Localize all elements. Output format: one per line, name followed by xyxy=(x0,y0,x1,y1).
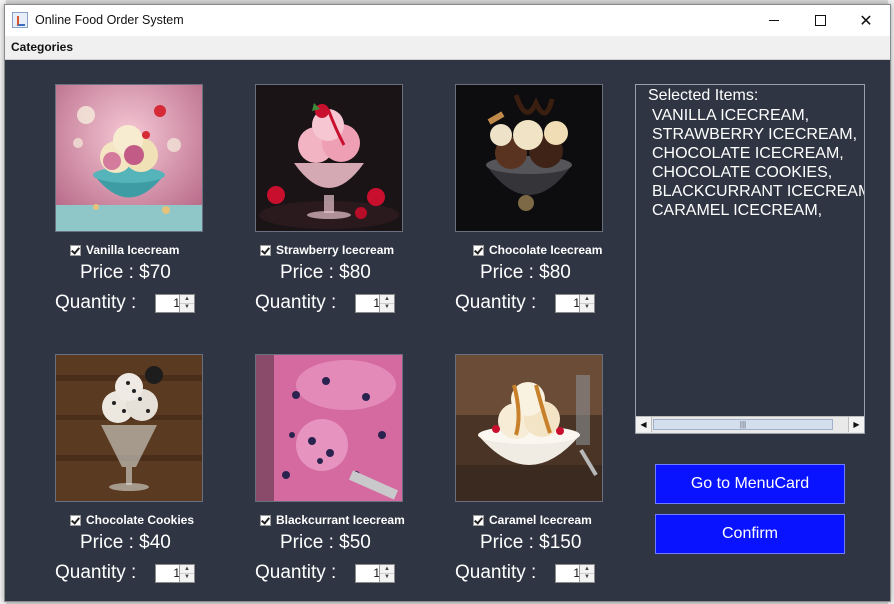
product-name: Caramel Icecream xyxy=(489,513,592,527)
quantity-stepper[interactable]: 1 ▲ ▼ xyxy=(555,564,595,583)
stepper-down-icon[interactable]: ▼ xyxy=(580,573,594,581)
product-price: Price : $70 xyxy=(80,262,171,283)
product-price: Price : $50 xyxy=(280,532,371,553)
chocolate-cookies-photo xyxy=(55,354,203,502)
quantity-value[interactable]: 1 xyxy=(556,295,580,312)
quantity-value[interactable]: 1 xyxy=(156,295,180,312)
product-name: Chocolate Icecream xyxy=(489,243,603,257)
selected-item: CHOCOLATE COOKIES, xyxy=(652,164,833,181)
quantity-stepper[interactable]: 1 ▲ ▼ xyxy=(555,294,595,313)
blackcurrant-icecream-photo xyxy=(255,354,403,502)
stepper-buttons: ▲ ▼ xyxy=(179,295,194,312)
stepper-down-icon[interactable]: ▼ xyxy=(380,573,394,581)
selected-item: VANILLA ICECREAM, xyxy=(652,107,810,124)
stepper-down-icon[interactable]: ▼ xyxy=(180,573,194,581)
product-price: Price : $80 xyxy=(480,262,571,283)
close-button[interactable]: ✕ xyxy=(843,5,889,36)
quantity-label: Quantity : xyxy=(55,562,137,583)
selected-items-panel[interactable]: Selected Items: VANILLA ICECREAM, STRAWB… xyxy=(635,84,865,434)
stepper-down-icon[interactable]: ▼ xyxy=(580,303,594,311)
confirm-button[interactable]: Confirm xyxy=(655,514,845,554)
chocolate-icecream-photo xyxy=(455,84,603,232)
product-name: Chocolate Cookies xyxy=(86,513,195,527)
horizontal-scrollbar[interactable]: ◀ ||| ▶ xyxy=(636,416,864,433)
stepper-buttons: ▲ ▼ xyxy=(379,295,394,312)
quantity-label: Quantity : xyxy=(455,292,537,313)
title-bar: Online Food Order System ✕ xyxy=(5,5,890,36)
quantity-value[interactable]: 1 xyxy=(156,565,180,582)
stepper-buttons: ▲ ▼ xyxy=(579,295,594,312)
quantity-label: Quantity : xyxy=(55,292,137,313)
product-price: Price : $40 xyxy=(80,532,171,553)
main-content: Vanilla Icecream Price : $70 Quantity : … xyxy=(5,60,890,601)
scroll-left-icon[interactable]: ◀ xyxy=(636,417,652,432)
checkbox-checked[interactable] xyxy=(260,244,271,256)
quantity-label: Quantity : xyxy=(255,292,337,313)
quantity-stepper[interactable]: 1 ▲ ▼ xyxy=(155,294,195,313)
maximize-icon xyxy=(814,15,826,26)
checkbox-checked[interactable] xyxy=(70,244,81,256)
scrollbar-thumb[interactable]: ||| xyxy=(653,419,833,430)
checkbox-checked[interactable] xyxy=(473,514,484,526)
checkbox-checked[interactable] xyxy=(473,244,484,256)
close-icon: ✕ xyxy=(859,12,873,30)
strawberry-icecream-photo xyxy=(255,84,403,232)
stepper-down-icon[interactable]: ▼ xyxy=(180,303,194,311)
quantity-label: Quantity : xyxy=(455,562,537,583)
minimize-button[interactable] xyxy=(751,5,797,36)
selected-item: STRAWBERRY ICECREAM, xyxy=(652,126,858,143)
go-to-menucard-button[interactable]: Go to MenuCard xyxy=(655,464,845,504)
product-name: Vanilla Icecream xyxy=(86,243,180,257)
menu-categories[interactable]: Categories xyxy=(11,40,73,54)
checkbox-checked[interactable] xyxy=(70,514,81,526)
scroll-right-icon[interactable]: ▶ xyxy=(848,417,864,432)
minimize-icon xyxy=(769,20,779,21)
quantity-value[interactable]: 1 xyxy=(556,565,580,582)
selected-item: CHOCOLATE ICECREAM, xyxy=(652,145,844,162)
caramel-icecream-photo xyxy=(455,354,603,502)
quantity-stepper[interactable]: 1 ▲ ▼ xyxy=(355,294,395,313)
menu-bar: Categories xyxy=(5,36,890,60)
java-cup-icon xyxy=(12,12,28,28)
product-price: Price : $80 xyxy=(280,262,371,283)
product-name: Strawberry Icecream xyxy=(276,243,395,257)
stepper-buttons: ▲ ▼ xyxy=(179,565,194,582)
checkbox-checked[interactable] xyxy=(260,514,271,526)
selected-item: CARAMEL ICECREAM, xyxy=(652,202,823,219)
quantity-value[interactable]: 1 xyxy=(356,295,380,312)
vanilla-icecream-photo xyxy=(55,84,203,232)
quantity-stepper[interactable]: 1 ▲ ▼ xyxy=(355,564,395,583)
quantity-stepper[interactable]: 1 ▲ ▼ xyxy=(155,564,195,583)
stepper-buttons: ▲ ▼ xyxy=(379,565,394,582)
product-name: Blackcurrant Icecream xyxy=(276,513,405,527)
maximize-button[interactable] xyxy=(797,5,843,36)
product-price: Price : $150 xyxy=(480,532,582,553)
stepper-buttons: ▲ ▼ xyxy=(579,565,594,582)
selected-item: BLACKCURRANT ICECREAM xyxy=(652,183,865,200)
app-window: Online Food Order System ✕ Categories Va… xyxy=(4,4,891,602)
stepper-down-icon[interactable]: ▼ xyxy=(380,303,394,311)
window-title: Online Food Order System xyxy=(35,13,184,27)
quantity-value[interactable]: 1 xyxy=(356,565,380,582)
selected-items-title: Selected Items: xyxy=(648,87,759,104)
selected-items-list: VANILLA ICECREAM, STRAWBERRY ICECREAM, C… xyxy=(652,106,865,220)
quantity-label: Quantity : xyxy=(255,562,337,583)
